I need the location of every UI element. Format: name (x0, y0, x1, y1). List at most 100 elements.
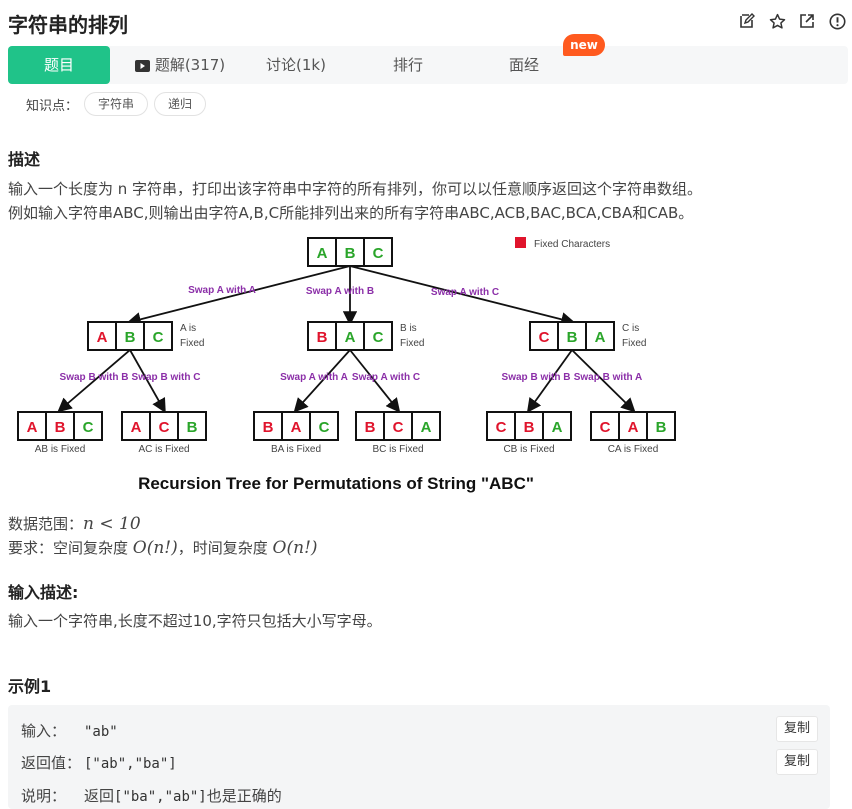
fixed-note: BA is Fixed (271, 444, 321, 455)
level1-node: ABC (87, 321, 173, 351)
explain-code: ["ba","ab"] (114, 789, 207, 805)
example-explain-row: 说明： 返回["ba","ab"]也是正确的 (21, 785, 282, 806)
node-char: C (153, 329, 164, 346)
level2-node: CBA (486, 411, 572, 441)
tab-label: 面经 (508, 56, 539, 74)
data-range: 数据范围：n < 10 (8, 512, 141, 536)
example-input-row: 输入： "ab" (21, 720, 118, 741)
legend-swatch (515, 237, 526, 248)
edge-label: Swap A with C (352, 372, 420, 383)
edge-label: Swap A with B (306, 286, 374, 297)
star-icon[interactable] (768, 12, 786, 30)
recursion-tree-diagram: A B CA B C B A C C B AA B C A C B B A C B C A C B A C A B Swap A wi… (17, 237, 676, 493)
node-char: C (373, 245, 384, 262)
fixed-note: BC is Fixed (372, 444, 423, 455)
requirement-label: 要求：空间复杂度 (8, 539, 133, 557)
edge-label: Swap B with A (574, 372, 643, 383)
copy-input-button[interactable]: 复制 (776, 716, 818, 742)
tab-ranking[interactable]: 排行 (352, 46, 464, 84)
node-char: C (393, 419, 404, 436)
fixed-note: AC is Fixed (138, 444, 189, 455)
space-complexity: O(n!) (132, 538, 178, 558)
fixed-note: B is (400, 323, 417, 334)
node-char: A (131, 419, 142, 436)
input-desc-heading: 输入描述: (8, 583, 79, 602)
explain-suffix: 也是正确的 (206, 787, 282, 805)
fixed-note: Fixed (400, 338, 424, 349)
node-char: A (345, 329, 356, 346)
level2-node: ABC (17, 411, 103, 441)
knowledge-label: 知识点： (26, 98, 79, 114)
node-char: A (552, 419, 563, 436)
info-icon[interactable] (828, 12, 846, 30)
edge-label: Swap B with C (132, 372, 201, 383)
node-char: B (187, 419, 198, 436)
node-char: B (125, 329, 136, 346)
node-char: B (55, 419, 66, 436)
node-char: A (317, 245, 328, 262)
node-char: A (291, 419, 302, 436)
edge-label: Swap A with C (431, 287, 499, 298)
tag-string[interactable]: 字符串 (84, 92, 149, 116)
example-output-value: ["ab","ba"] (84, 756, 177, 772)
edit-icon[interactable] (738, 12, 756, 30)
description-line-1: 输入一个长度为 n 字符串，打印出该字符串中字符的所有排列，你可以以任意顺序返回… (8, 180, 703, 198)
fixed-note: CB is Fixed (503, 444, 554, 455)
node-char: C (159, 419, 170, 436)
node-char: C (319, 419, 330, 436)
node-char: C (600, 419, 611, 436)
example-input-value: "ab" (84, 724, 118, 740)
node-char: B (317, 329, 328, 346)
edge-label: Swap A with A (280, 372, 348, 383)
example-heading: 示例1 (8, 677, 52, 696)
problem-tabs: 题目 题解(317) 讨论(1k) 排行 面经 (8, 46, 848, 84)
tab-label: 排行 (392, 56, 423, 74)
fixed-note: AB is Fixed (35, 444, 86, 455)
range-label: 数据范围： (8, 515, 84, 533)
fixed-note: Fixed (622, 338, 646, 349)
level2-node: BAC (253, 411, 339, 441)
node-char: A (97, 329, 108, 346)
tab-label: 题解(317) (154, 56, 226, 74)
time-complexity: O(n!) (272, 538, 318, 558)
example-input-label: 输入： (21, 722, 67, 740)
video-icon (134, 48, 150, 86)
explain-prefix: 返回 (84, 787, 115, 805)
node-char: B (656, 419, 667, 436)
tab-problem[interactable]: 题目 (8, 46, 110, 84)
node-char: B (345, 245, 356, 262)
legend-label: Fixed Characters (534, 239, 610, 250)
node-char: C (373, 329, 384, 346)
new-badge: new (563, 34, 605, 56)
copy-output-button[interactable]: 复制 (776, 749, 818, 775)
tag-recursion[interactable]: 递归 (154, 92, 207, 116)
level1-node: BAC (307, 321, 393, 351)
example-output-label: 返回值： (21, 754, 82, 772)
node-char: A (628, 419, 639, 436)
fixed-note: A is (180, 323, 196, 334)
level2-node: ACB (121, 411, 207, 441)
example-box: 输入： "ab" 复制 返回值： ["ab","ba"] 复制 说明： 返回["ba"… (8, 705, 830, 809)
input-desc-text: 输入一个字符串,长度不超过10,字符只包括大小写字母。 (8, 612, 382, 630)
share-icon[interactable] (798, 12, 816, 30)
tab-discussion[interactable]: 讨论(1k) (240, 46, 352, 84)
knowledge-points: 知识点： 字符串 递归 (26, 92, 207, 116)
node-char: A (27, 419, 38, 436)
node-char: A (421, 419, 432, 436)
problem-header: 字符串的排列 (0, 0, 852, 44)
header-actions (738, 12, 846, 30)
diagram-caption: Recursion Tree for Permutations of Strin… (138, 474, 534, 493)
edge-label: Swap B with B (502, 372, 571, 383)
problem-title: 字符串的排列 (8, 13, 128, 37)
node-char: C (539, 329, 550, 346)
node-char: B (263, 419, 274, 436)
requirement-mid: ，时间复杂度 (177, 539, 273, 557)
level2-node: BCA (355, 411, 441, 441)
edge-label: Swap A with A (188, 285, 256, 296)
node-char: B (365, 419, 376, 436)
edge-label: Swap B with B (60, 372, 129, 383)
node-char: A (595, 329, 606, 346)
example-output-row: 返回值： ["ab","ba"] (21, 752, 177, 773)
fixed-note: C is (622, 323, 639, 334)
tab-solutions[interactable]: 题解(317) (120, 46, 240, 84)
